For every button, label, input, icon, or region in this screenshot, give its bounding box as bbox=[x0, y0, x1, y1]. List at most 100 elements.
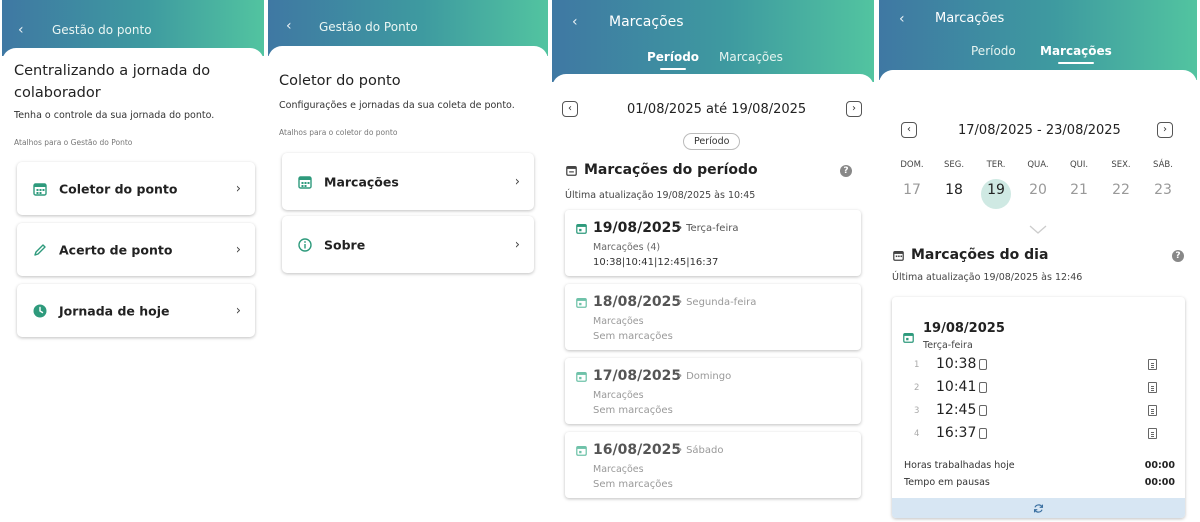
last-update: Última atualização 19/08/2025 às 10:45 bbox=[565, 190, 756, 201]
weekday-name: SEG. bbox=[943, 160, 965, 170]
weekday-text: Domingo bbox=[686, 371, 732, 382]
punch-index: 4 bbox=[914, 429, 920, 439]
calendar-check-icon bbox=[576, 223, 587, 234]
screen-marcacoes-periodo: ‹ Marcações Período Marcações ‹ 01/08/20… bbox=[552, 0, 874, 522]
day-date: 19/08/2025 bbox=[593, 220, 682, 236]
worked-hours-label: Horas trabalhadas hoje bbox=[904, 460, 1015, 471]
weekday-name: TER. bbox=[986, 160, 1006, 170]
refresh-bar[interactable] bbox=[892, 498, 1185, 518]
phone-icon bbox=[979, 382, 987, 393]
weekday-name: SEX. bbox=[1111, 160, 1131, 170]
week-day-mon[interactable]: SEG. 18 bbox=[934, 160, 974, 198]
shortcut-marcacoes[interactable]: Marcações › bbox=[282, 153, 534, 210]
day-number: 21 bbox=[1070, 182, 1088, 198]
day-card-18[interactable]: 18/08/2025 • Segunda-feira Marcações Sem… bbox=[565, 284, 861, 350]
weekday-name: QUA. bbox=[1027, 160, 1049, 170]
tab-periodo[interactable]: Período bbox=[971, 44, 1016, 58]
prev-week-button[interactable]: ‹ bbox=[901, 122, 917, 138]
phone-icon bbox=[979, 359, 987, 370]
period-range: 01/08/2025 até 19/08/2025 bbox=[627, 102, 807, 117]
receipt-icon[interactable] bbox=[1148, 405, 1157, 416]
screen-gestao-ponto: ‹ Gestão do ponto Centralizando a jornad… bbox=[2, 0, 264, 522]
header: ‹ Marcações Período Marcações bbox=[879, 0, 1197, 80]
week-day-tue[interactable]: TER. 19 bbox=[976, 160, 1016, 198]
page-subtitle: Configurações e jornadas da sua coleta d… bbox=[279, 100, 515, 111]
calendar-check-icon bbox=[576, 297, 587, 308]
content-sheet: ‹ 01/08/2025 até 19/08/2025 › Período Ma… bbox=[552, 74, 874, 522]
chevron-right-icon: › bbox=[514, 237, 520, 252]
period-filter-button[interactable]: Período bbox=[683, 133, 741, 150]
chevron-right-icon: › bbox=[235, 181, 241, 196]
header: ‹ Marcações Período Marcações bbox=[552, 0, 874, 82]
receipt-icon[interactable] bbox=[1148, 359, 1157, 370]
pause-time-label: Tempo em pausas bbox=[904, 477, 990, 488]
back-icon[interactable]: ‹ bbox=[18, 22, 24, 38]
punch-index: 2 bbox=[914, 383, 920, 393]
day-date: 17/08/2025 bbox=[593, 368, 682, 384]
day-date: 16/08/2025 bbox=[593, 442, 682, 458]
receipt-icon[interactable] bbox=[1148, 382, 1157, 393]
day-number: 18 bbox=[945, 182, 963, 198]
next-period-button[interactable]: › bbox=[846, 101, 862, 117]
week-day-thu[interactable]: QUI. 21 bbox=[1059, 160, 1099, 198]
calendar-check-icon bbox=[576, 371, 587, 382]
header-title: Gestão do Ponto bbox=[319, 20, 418, 34]
chevron-right-icon: › bbox=[235, 242, 241, 257]
punch-row[interactable]: 3 12:45 bbox=[892, 401, 1185, 423]
prev-period-button[interactable]: ‹ bbox=[562, 101, 578, 117]
punch-times: Sem marcações bbox=[593, 331, 673, 342]
day-number: 23 bbox=[1154, 182, 1172, 198]
shortcut-coletor-ponto[interactable]: Coletor do ponto › bbox=[17, 162, 255, 215]
weekday-name: SÁB. bbox=[1153, 160, 1173, 170]
tab-marcacoes[interactable]: Marcações bbox=[1040, 44, 1112, 64]
page-subtitle: Tenha o controle da sua jornada do ponto… bbox=[14, 110, 215, 121]
help-icon[interactable]: ? bbox=[1172, 250, 1184, 262]
day-weekday: • Sábado bbox=[677, 445, 724, 456]
tab-periodo[interactable]: Período bbox=[647, 50, 699, 70]
day-detail-card: 19/08/2025 Terça-feira 1 10:38 2 10:41 3… bbox=[892, 297, 1185, 518]
chevron-right-icon: › bbox=[514, 174, 520, 189]
day-date: 18/08/2025 bbox=[593, 294, 682, 310]
receipt-icon[interactable] bbox=[1148, 428, 1157, 439]
phone-icon bbox=[979, 428, 987, 439]
punch-time: 10:41 bbox=[936, 379, 977, 395]
punch-row[interactable]: 2 10:41 bbox=[892, 378, 1185, 400]
week-day-sat[interactable]: SÁB. 23 bbox=[1143, 160, 1183, 198]
punch-row[interactable]: 4 16:37 bbox=[892, 424, 1185, 446]
punch-time: 12:45 bbox=[936, 402, 977, 418]
content-sheet: Coletor do ponto Configurações e jornada… bbox=[268, 46, 548, 522]
help-icon[interactable]: ? bbox=[840, 165, 852, 177]
punch-times: 10:38|10:41|12:45|16:37 bbox=[593, 257, 719, 268]
punch-row[interactable]: 1 10:38 bbox=[892, 355, 1185, 377]
shortcut-acerto-ponto[interactable]: Acerto de ponto › bbox=[17, 223, 255, 276]
day-card-16[interactable]: 16/08/2025 • Sábado Marcações Sem marcaç… bbox=[565, 432, 861, 498]
screen-coletor-ponto: ‹ Gestão do Ponto Coletor do ponto Confi… bbox=[268, 0, 548, 522]
page-title: Coletor do ponto bbox=[279, 73, 401, 89]
week-day-wed[interactable]: QUA. 20 bbox=[1018, 160, 1058, 198]
chevron-down-icon[interactable] bbox=[1029, 225, 1047, 235]
week-day-fri[interactable]: SEX. 22 bbox=[1101, 160, 1141, 198]
shortcuts-label: Atalhos para o Gestão do Ponto bbox=[14, 138, 133, 147]
week-day-sun[interactable]: DOM. 17 bbox=[892, 160, 932, 198]
content-sheet: ‹ 17/08/2025 - 23/08/2025 › DOM. 17 SEG. 1… bbox=[879, 70, 1197, 522]
section-title: Marcações do dia bbox=[911, 247, 1049, 263]
worked-hours-value: 00:00 bbox=[1144, 460, 1175, 471]
week-range: 17/08/2025 - 23/08/2025 bbox=[958, 123, 1121, 138]
calendar-check-icon bbox=[903, 332, 914, 343]
back-icon[interactable]: ‹ bbox=[286, 18, 292, 34]
content-sheet: Centralizando a jornada do colaborador T… bbox=[2, 48, 264, 522]
shortcut-label: Acerto de ponto bbox=[59, 242, 173, 257]
tab-marcacoes[interactable]: Marcações bbox=[719, 50, 783, 64]
punch-time: 10:38 bbox=[936, 356, 977, 372]
shortcut-label: Coletor do ponto bbox=[59, 181, 178, 196]
page-title-line2: colaborador bbox=[14, 85, 101, 101]
day-card-19[interactable]: 19/08/2025 • Terça-feira Marcações (4) 1… bbox=[565, 210, 861, 276]
day-weekday: • Terça-feira bbox=[677, 223, 739, 234]
day-card-17[interactable]: 17/08/2025 • Domingo Marcações Sem marca… bbox=[565, 358, 861, 424]
next-week-button[interactable]: › bbox=[1157, 122, 1173, 138]
shortcut-jornada-hoje[interactable]: Jornada de hoje › bbox=[17, 284, 255, 337]
weekday-text: Terça-feira bbox=[686, 223, 739, 234]
shortcut-sobre[interactable]: Sobre › bbox=[282, 216, 534, 273]
calendar-icon bbox=[298, 175, 312, 189]
day-weekday: • Domingo bbox=[677, 371, 732, 382]
